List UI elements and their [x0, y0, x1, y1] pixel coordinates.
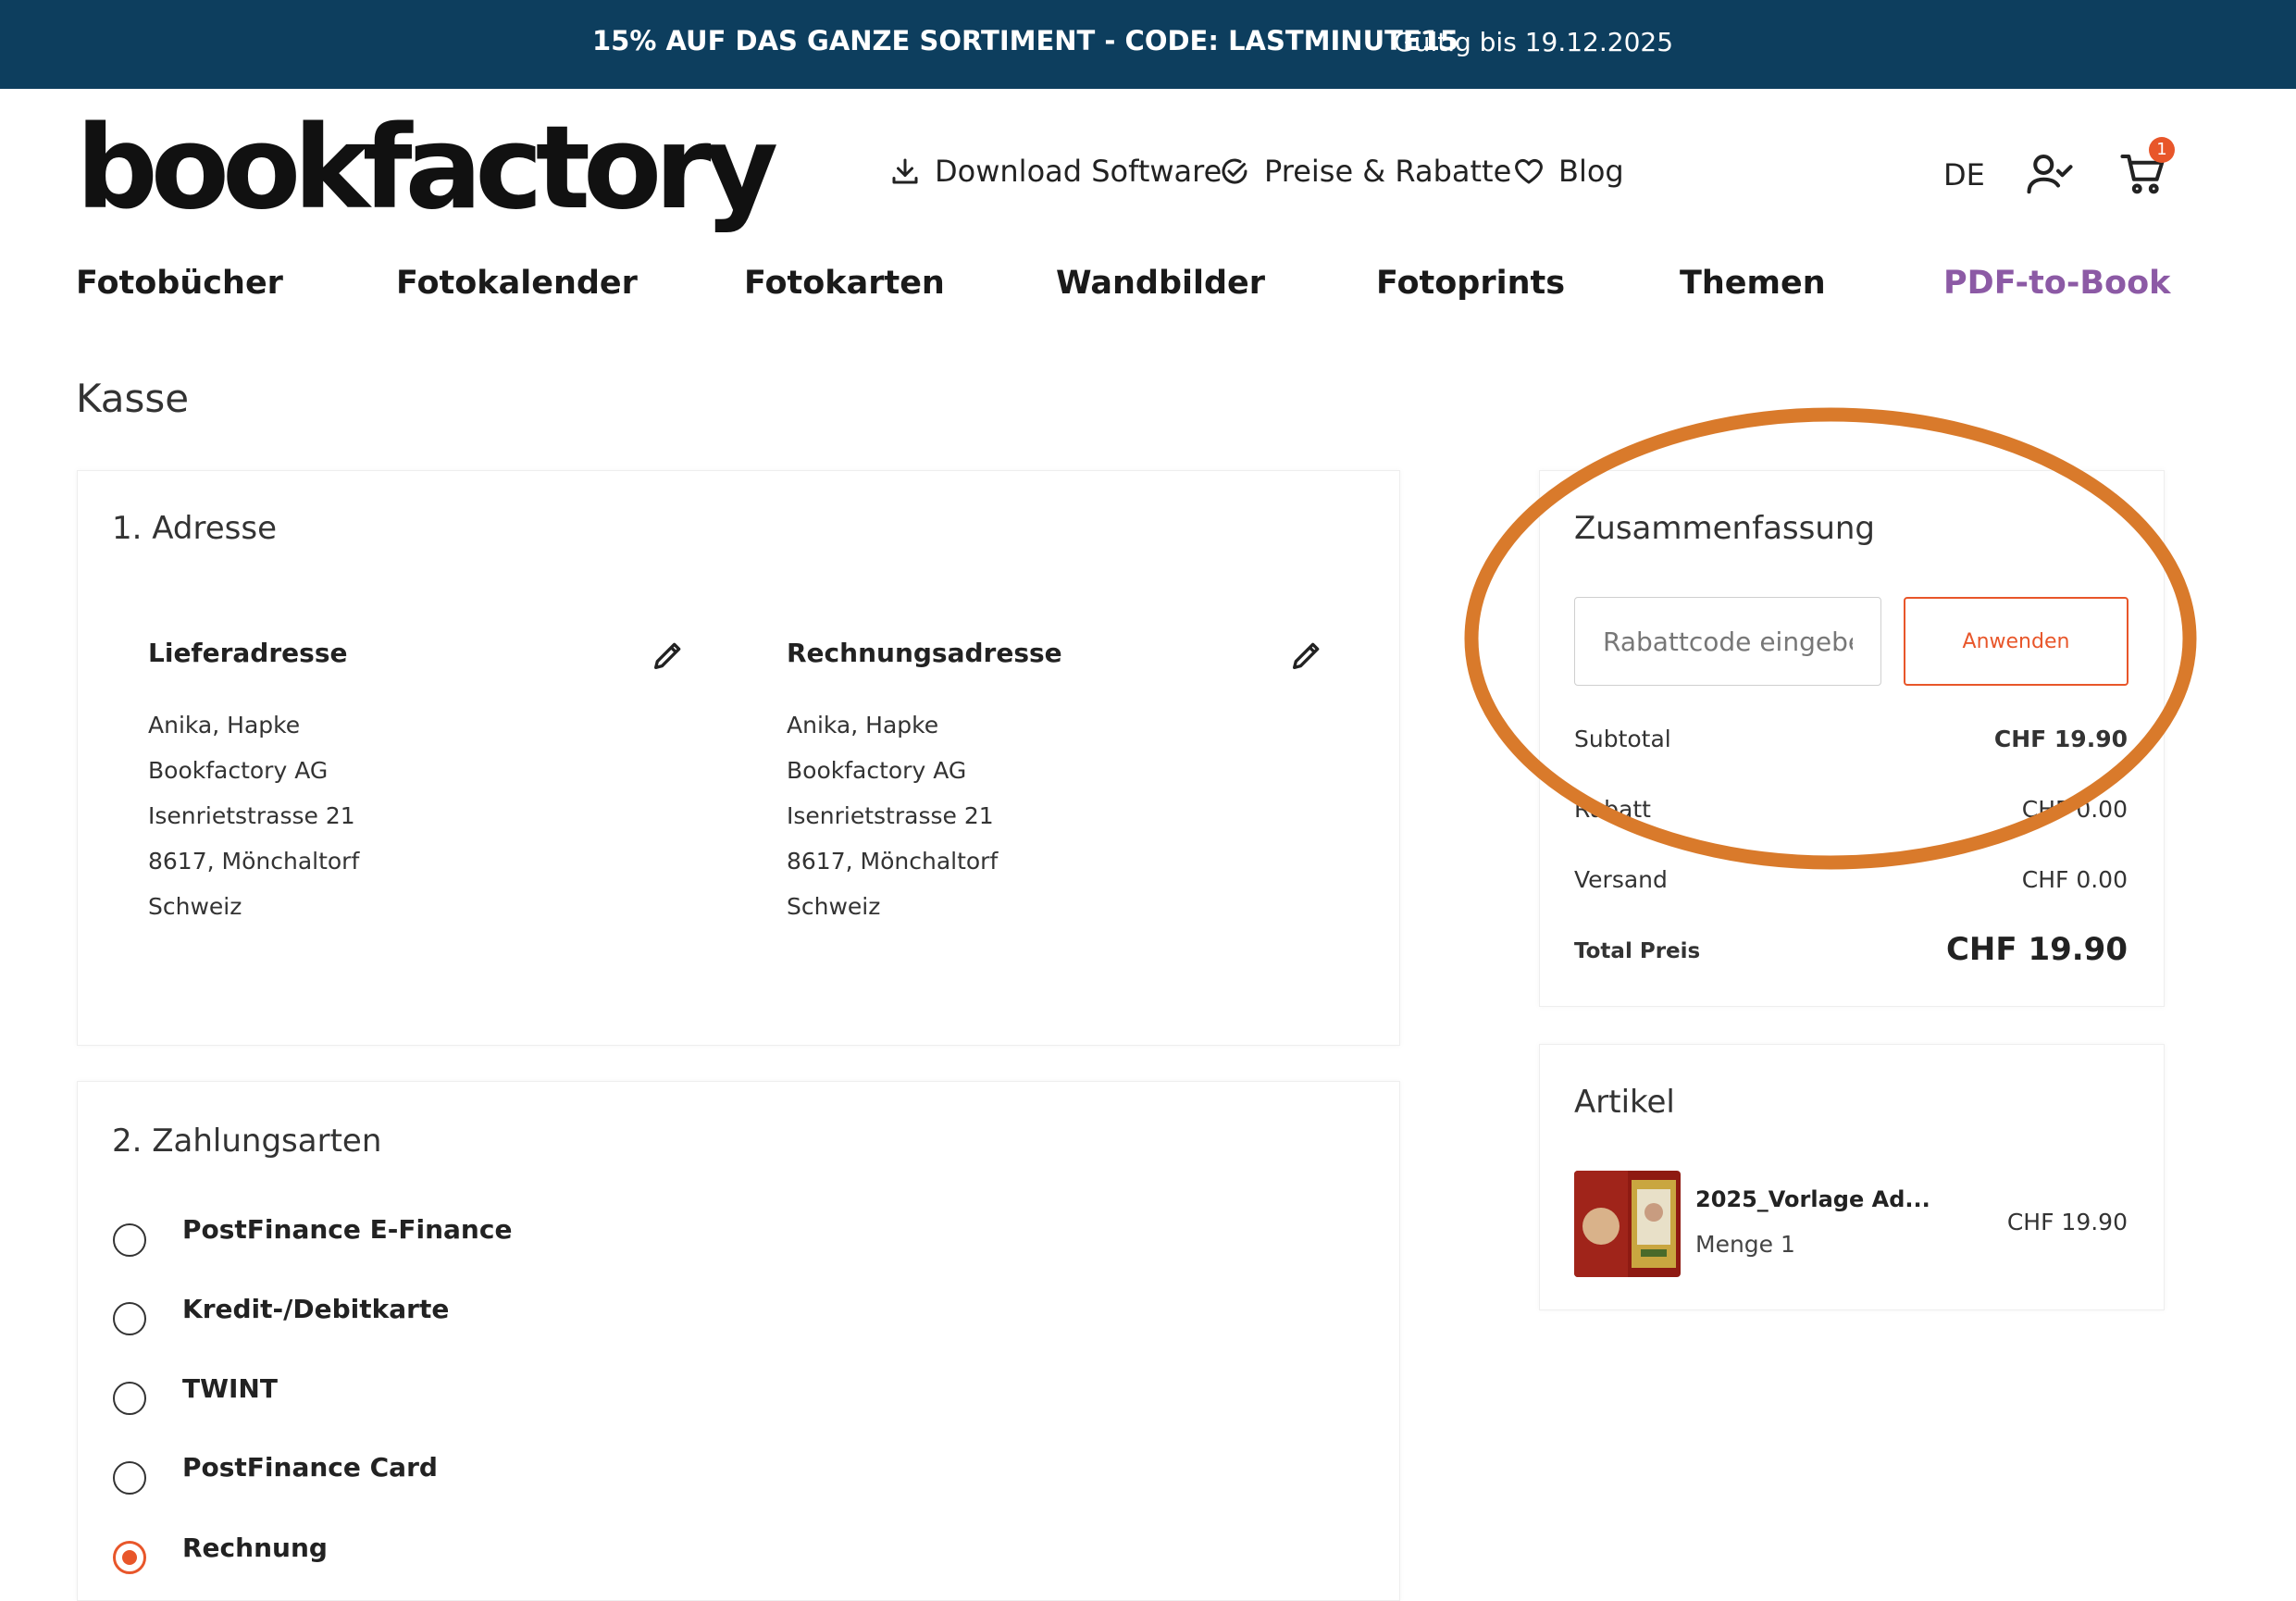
payment-label-postfinance-card[interactable]: PostFinance Card: [182, 1452, 438, 1483]
shipping-city: 8617, Mönchaltorf: [148, 848, 360, 875]
billing-street: Isenrietstrasse 21: [787, 802, 994, 829]
payment-radio-credit-card[interactable]: [113, 1302, 146, 1335]
payment-radio-twint[interactable]: [113, 1382, 146, 1415]
discount-label: Rabatt: [1574, 796, 1651, 823]
articles-heading: Artikel: [1574, 1084, 1675, 1121]
prices-label: Preise & Rabatte: [1264, 154, 1512, 189]
address-heading: 1. Adresse: [112, 510, 277, 547]
shipping-company: Bookfactory AG: [148, 757, 329, 784]
total-price-label: Total Preis: [1574, 939, 1701, 963]
billing-address-title: Rechnungsadresse: [787, 638, 1062, 668]
shipping-address-title: Lieferadresse: [148, 638, 348, 668]
nav-themen[interactable]: Themen: [1680, 265, 1826, 302]
promo-bar: 15% AUF DAS GANZE SORTIMENT - CODE: LAST…: [0, 0, 2296, 89]
total-price-value: CHF 19.90: [1945, 931, 2128, 968]
payment-label-postfinance-efinance[interactable]: PostFinance E-Finance: [182, 1214, 512, 1245]
discount-value: CHF 0.00: [2021, 796, 2128, 823]
article-thumbnail-image: [1574, 1171, 1681, 1277]
billing-name: Anika, Hapke: [787, 712, 939, 738]
download-icon: [892, 158, 918, 184]
nav-fotokalender[interactable]: Fotokalender: [396, 265, 638, 302]
download-software-link[interactable]: Download Software: [888, 154, 1222, 189]
payment-radio-postfinance-efinance[interactable]: [113, 1223, 146, 1257]
summary-heading: Zusammenfassung: [1574, 510, 1876, 547]
logo[interactable]: bookfactory: [76, 111, 778, 226]
cart-count-badge: 1: [2149, 137, 2175, 163]
article-price: CHF 19.90: [2006, 1209, 2128, 1235]
shipping-country: Schweiz: [148, 893, 242, 920]
nav-fotobuecher[interactable]: Fotobücher: [76, 265, 283, 302]
nav-fotokarten[interactable]: Fotokarten: [744, 265, 945, 302]
billing-city: 8617, Mönchaltorf: [787, 848, 999, 875]
nav-wandbilder[interactable]: Wandbilder: [1056, 265, 1265, 302]
shipping-cost-label: Versand: [1574, 866, 1668, 893]
payment-label-invoice[interactable]: Rechnung: [182, 1533, 328, 1563]
subtotal-value: CHF 19.90: [1993, 726, 2128, 752]
discount-code-input[interactable]: [1574, 597, 1881, 686]
billing-country: Schweiz: [787, 893, 881, 920]
promo-text: 15% AUF DAS GANZE SORTIMENT - CODE: LAST…: [592, 25, 1459, 56]
apply-discount-button[interactable]: Anwenden: [1904, 597, 2128, 686]
article-quantity: Menge 1: [1695, 1231, 1795, 1258]
blog-link[interactable]: Blog: [1512, 154, 1624, 189]
page-title: Kasse: [76, 376, 190, 421]
payment-heading: 2. Zahlungsarten: [112, 1123, 382, 1160]
check-circle-icon: [1222, 158, 1247, 184]
language-selector[interactable]: DE: [1943, 157, 1985, 192]
nav-pdf-to-book[interactable]: PDF-to-Book: [1943, 265, 2170, 302]
payment-card: 2. Zahlungsarten PostFinance E-Finance K…: [77, 1081, 1400, 1601]
article-name[interactable]: 2025_Vorlage Ad...: [1695, 1186, 1930, 1212]
payment-radio-postfinance-card[interactable]: [113, 1461, 146, 1495]
edit-shipping-icon[interactable]: [650, 637, 687, 674]
payment-label-credit-card[interactable]: Kredit-/Debitkarte: [182, 1294, 449, 1324]
user-account-icon[interactable]: [2025, 148, 2075, 198]
promo-valid-date: Gültig bis 19.12.2025: [1394, 27, 1674, 57]
nav-fotoprints[interactable]: Fotoprints: [1376, 265, 1565, 302]
blog-label: Blog: [1558, 154, 1624, 189]
subtotal-label: Subtotal: [1574, 726, 1671, 752]
address-card: 1. Adresse Lieferadresse Anika, Hapke Bo…: [77, 470, 1400, 1046]
heart-icon: [1515, 158, 1543, 184]
article-thumbnail: [1574, 1171, 1681, 1277]
prices-link[interactable]: Preise & Rabatte: [1218, 154, 1511, 189]
edit-billing-icon[interactable]: [1288, 637, 1325, 674]
shipping-street: Isenrietstrasse 21: [148, 802, 355, 829]
shipping-cost-value: CHF 0.00: [2021, 866, 2128, 893]
download-software-label: Download Software: [935, 154, 1222, 189]
billing-company: Bookfactory AG: [787, 757, 967, 784]
payment-radio-invoice[interactable]: [113, 1541, 146, 1574]
shipping-name: Anika, Hapke: [148, 712, 301, 738]
payment-label-twint[interactable]: TWINT: [182, 1373, 278, 1404]
